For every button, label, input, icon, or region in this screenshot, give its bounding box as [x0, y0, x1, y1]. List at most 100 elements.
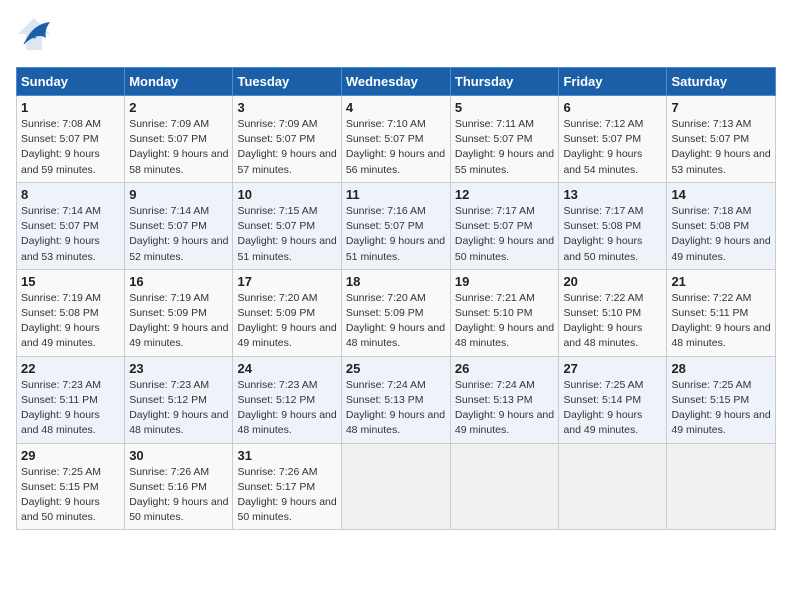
- logo: [16, 16, 56, 57]
- day-number: 21: [671, 274, 771, 289]
- calendar-day-cell: 31 Sunrise: 7:26 AM Sunset: 5:17 PM Dayl…: [233, 443, 341, 530]
- sunrise-label: Sunrise: 7:16 AM: [346, 205, 426, 217]
- daylight-label: Daylight: 9 hours and 49 minutes.: [671, 235, 770, 262]
- weekday-header-monday: Monday: [125, 68, 233, 96]
- sunset-label: Sunset: 5:07 PM: [21, 133, 99, 145]
- calendar-day-cell: 9 Sunrise: 7:14 AM Sunset: 5:07 PM Dayli…: [125, 182, 233, 269]
- daylight-label: Daylight: 9 hours and 49 minutes.: [129, 322, 228, 349]
- sunset-label: Sunset: 5:09 PM: [129, 307, 207, 319]
- day-detail: Sunrise: 7:22 AM Sunset: 5:10 PM Dayligh…: [563, 291, 662, 352]
- sunset-label: Sunset: 5:07 PM: [21, 220, 99, 232]
- empty-cell: [341, 443, 450, 530]
- day-number: 25: [346, 361, 446, 376]
- calendar-day-cell: 15 Sunrise: 7:19 AM Sunset: 5:08 PM Dayl…: [17, 269, 125, 356]
- day-number: 17: [237, 274, 336, 289]
- day-number: 6: [563, 100, 662, 115]
- sunset-label: Sunset: 5:07 PM: [671, 133, 749, 145]
- sunset-label: Sunset: 5:17 PM: [237, 481, 315, 493]
- sunset-label: Sunset: 5:11 PM: [21, 394, 98, 406]
- sunset-label: Sunset: 5:07 PM: [237, 133, 315, 145]
- empty-cell: [559, 443, 667, 530]
- day-number: 20: [563, 274, 662, 289]
- calendar-day-cell: 12 Sunrise: 7:17 AM Sunset: 5:07 PM Dayl…: [450, 182, 559, 269]
- day-detail: Sunrise: 7:13 AM Sunset: 5:07 PM Dayligh…: [671, 117, 771, 178]
- sunrise-label: Sunrise: 7:14 AM: [21, 205, 101, 217]
- sunrise-label: Sunrise: 7:23 AM: [21, 379, 101, 391]
- weekday-header-saturday: Saturday: [667, 68, 776, 96]
- sunrise-label: Sunrise: 7:23 AM: [129, 379, 209, 391]
- sunrise-label: Sunrise: 7:25 AM: [671, 379, 751, 391]
- sunset-label: Sunset: 5:07 PM: [455, 133, 533, 145]
- calendar-day-cell: 16 Sunrise: 7:19 AM Sunset: 5:09 PM Dayl…: [125, 269, 233, 356]
- sunrise-label: Sunrise: 7:25 AM: [21, 466, 101, 478]
- daylight-label: Daylight: 9 hours and 49 minutes.: [671, 409, 770, 436]
- sunrise-label: Sunrise: 7:26 AM: [237, 466, 317, 478]
- day-detail: Sunrise: 7:21 AM Sunset: 5:10 PM Dayligh…: [455, 291, 555, 352]
- day-detail: Sunrise: 7:11 AM Sunset: 5:07 PM Dayligh…: [455, 117, 555, 178]
- calendar-day-cell: 20 Sunrise: 7:22 AM Sunset: 5:10 PM Dayl…: [559, 269, 667, 356]
- calendar-day-cell: 21 Sunrise: 7:22 AM Sunset: 5:11 PM Dayl…: [667, 269, 776, 356]
- day-number: 26: [455, 361, 555, 376]
- day-detail: Sunrise: 7:25 AM Sunset: 5:15 PM Dayligh…: [21, 465, 120, 526]
- sunset-label: Sunset: 5:10 PM: [563, 307, 641, 319]
- day-number: 28: [671, 361, 771, 376]
- day-number: 19: [455, 274, 555, 289]
- sunrise-label: Sunrise: 7:11 AM: [455, 118, 534, 130]
- daylight-label: Daylight: 9 hours and 48 minutes.: [455, 322, 554, 349]
- day-number: 4: [346, 100, 446, 115]
- day-number: 31: [237, 448, 336, 463]
- calendar-day-cell: 8 Sunrise: 7:14 AM Sunset: 5:07 PM Dayli…: [17, 182, 125, 269]
- daylight-label: Daylight: 9 hours and 49 minutes.: [21, 322, 100, 349]
- day-detail: Sunrise: 7:20 AM Sunset: 5:09 PM Dayligh…: [237, 291, 336, 352]
- day-detail: Sunrise: 7:26 AM Sunset: 5:17 PM Dayligh…: [237, 465, 336, 526]
- sunrise-label: Sunrise: 7:19 AM: [129, 292, 209, 304]
- calendar-day-cell: 7 Sunrise: 7:13 AM Sunset: 5:07 PM Dayli…: [667, 96, 776, 183]
- weekday-header-thursday: Thursday: [450, 68, 559, 96]
- daylight-label: Daylight: 9 hours and 48 minutes.: [129, 409, 228, 436]
- daylight-label: Daylight: 9 hours and 49 minutes.: [563, 409, 642, 436]
- day-number: 11: [346, 187, 446, 202]
- sunrise-label: Sunrise: 7:26 AM: [129, 466, 209, 478]
- day-detail: Sunrise: 7:19 AM Sunset: 5:08 PM Dayligh…: [21, 291, 120, 352]
- daylight-label: Daylight: 9 hours and 51 minutes.: [237, 235, 336, 262]
- page-header: [16, 16, 776, 57]
- day-number: 30: [129, 448, 228, 463]
- calendar-day-cell: 18 Sunrise: 7:20 AM Sunset: 5:09 PM Dayl…: [341, 269, 450, 356]
- calendar-day-cell: 17 Sunrise: 7:20 AM Sunset: 5:09 PM Dayl…: [233, 269, 341, 356]
- day-number: 23: [129, 361, 228, 376]
- day-number: 15: [21, 274, 120, 289]
- sunrise-label: Sunrise: 7:25 AM: [563, 379, 643, 391]
- day-detail: Sunrise: 7:16 AM Sunset: 5:07 PM Dayligh…: [346, 204, 446, 265]
- day-detail: Sunrise: 7:14 AM Sunset: 5:07 PM Dayligh…: [21, 204, 120, 265]
- sunset-label: Sunset: 5:13 PM: [455, 394, 533, 406]
- day-number: 1: [21, 100, 120, 115]
- day-number: 29: [21, 448, 120, 463]
- sunset-label: Sunset: 5:07 PM: [129, 133, 207, 145]
- sunset-label: Sunset: 5:09 PM: [237, 307, 315, 319]
- sunset-label: Sunset: 5:12 PM: [129, 394, 207, 406]
- day-detail: Sunrise: 7:19 AM Sunset: 5:09 PM Dayligh…: [129, 291, 228, 352]
- day-number: 12: [455, 187, 555, 202]
- day-number: 16: [129, 274, 228, 289]
- day-number: 13: [563, 187, 662, 202]
- daylight-label: Daylight: 9 hours and 48 minutes.: [671, 322, 770, 349]
- sunrise-label: Sunrise: 7:14 AM: [129, 205, 209, 217]
- calendar-header-row: SundayMondayTuesdayWednesdayThursdayFrid…: [17, 68, 776, 96]
- calendar-day-cell: 14 Sunrise: 7:18 AM Sunset: 5:08 PM Dayl…: [667, 182, 776, 269]
- sunset-label: Sunset: 5:07 PM: [455, 220, 533, 232]
- calendar-week-row: 8 Sunrise: 7:14 AM Sunset: 5:07 PM Dayli…: [17, 182, 776, 269]
- calendar-day-cell: 25 Sunrise: 7:24 AM Sunset: 5:13 PM Dayl…: [341, 356, 450, 443]
- day-detail: Sunrise: 7:10 AM Sunset: 5:07 PM Dayligh…: [346, 117, 446, 178]
- calendar-day-cell: 1 Sunrise: 7:08 AM Sunset: 5:07 PM Dayli…: [17, 96, 125, 183]
- sunrise-label: Sunrise: 7:10 AM: [346, 118, 426, 130]
- calendar-day-cell: 24 Sunrise: 7:23 AM Sunset: 5:12 PM Dayl…: [233, 356, 341, 443]
- day-detail: Sunrise: 7:24 AM Sunset: 5:13 PM Dayligh…: [346, 378, 446, 439]
- day-number: 22: [21, 361, 120, 376]
- day-detail: Sunrise: 7:24 AM Sunset: 5:13 PM Dayligh…: [455, 378, 555, 439]
- sunrise-label: Sunrise: 7:24 AM: [346, 379, 426, 391]
- calendar-table: SundayMondayTuesdayWednesdayThursdayFrid…: [16, 67, 776, 530]
- calendar-day-cell: 4 Sunrise: 7:10 AM Sunset: 5:07 PM Dayli…: [341, 96, 450, 183]
- day-number: 18: [346, 274, 446, 289]
- sunrise-label: Sunrise: 7:22 AM: [671, 292, 751, 304]
- sunrise-label: Sunrise: 7:19 AM: [21, 292, 101, 304]
